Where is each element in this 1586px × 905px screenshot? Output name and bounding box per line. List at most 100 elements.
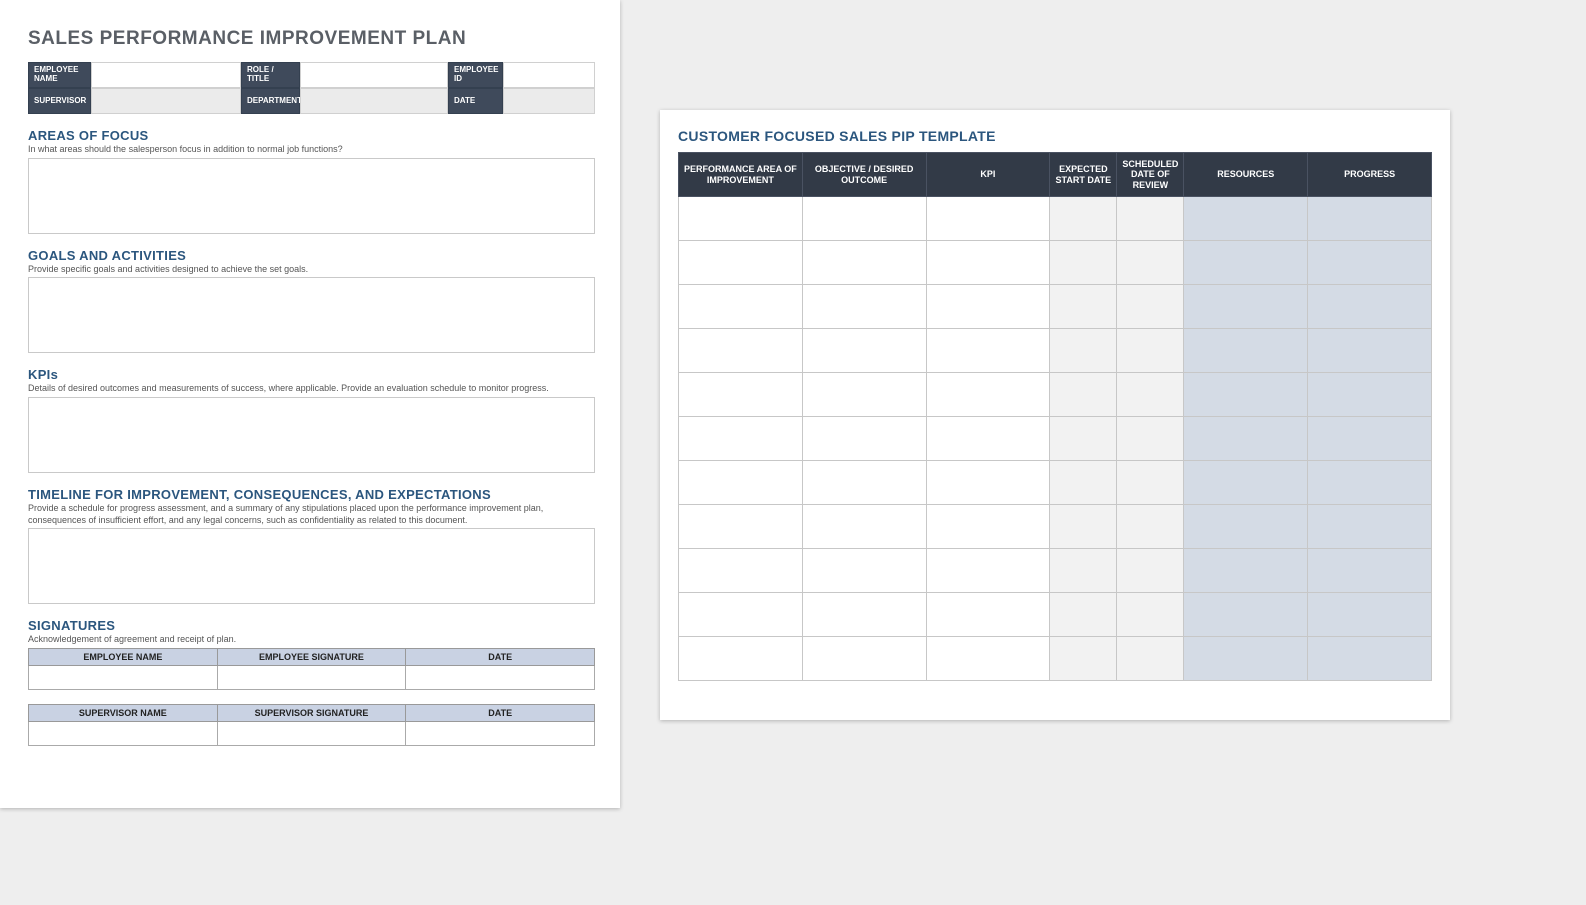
cell-progress[interactable] xyxy=(1308,461,1432,505)
cell-resources[interactable] xyxy=(1184,373,1308,417)
cell-area[interactable] xyxy=(679,241,803,285)
cell-progress[interactable] xyxy=(1308,417,1432,461)
cell-progress[interactable] xyxy=(1308,329,1432,373)
cell-start[interactable] xyxy=(1050,373,1117,417)
cell-kpi[interactable] xyxy=(926,461,1050,505)
cell-area[interactable] xyxy=(679,505,803,549)
emp-sig-cell[interactable] xyxy=(217,666,406,690)
cell-start[interactable] xyxy=(1050,593,1117,637)
cell-review[interactable] xyxy=(1117,461,1184,505)
cell-area[interactable] xyxy=(679,329,803,373)
cell-review[interactable] xyxy=(1117,373,1184,417)
cell-progress[interactable] xyxy=(1308,197,1432,241)
cell-resources[interactable] xyxy=(1184,285,1308,329)
kpis-input[interactable] xyxy=(28,397,595,473)
cell-objective[interactable] xyxy=(802,549,926,593)
cell-resources[interactable] xyxy=(1184,197,1308,241)
cell-area[interactable] xyxy=(679,461,803,505)
cell-area[interactable] xyxy=(679,285,803,329)
cell-progress[interactable] xyxy=(1308,593,1432,637)
employee-signature-table: EMPLOYEE NAME EMPLOYEE SIGNATURE DATE xyxy=(28,648,595,690)
cell-kpi[interactable] xyxy=(926,505,1050,549)
cell-start[interactable] xyxy=(1050,241,1117,285)
sup-name-cell[interactable] xyxy=(29,722,218,746)
cell-kpi[interactable] xyxy=(926,285,1050,329)
cell-review[interactable] xyxy=(1117,637,1184,681)
cell-start[interactable] xyxy=(1050,505,1117,549)
cell-objective[interactable] xyxy=(802,373,926,417)
emp-date-cell[interactable] xyxy=(406,666,595,690)
cell-kpi[interactable] xyxy=(926,593,1050,637)
cell-objective[interactable] xyxy=(802,505,926,549)
cell-start[interactable] xyxy=(1050,549,1117,593)
cell-progress[interactable] xyxy=(1308,549,1432,593)
cell-review[interactable] xyxy=(1117,241,1184,285)
cell-review[interactable] xyxy=(1117,197,1184,241)
cell-resources[interactable] xyxy=(1184,461,1308,505)
cell-review[interactable] xyxy=(1117,285,1184,329)
areas-input[interactable] xyxy=(28,158,595,234)
sup-sig-cell[interactable] xyxy=(217,722,406,746)
cell-review[interactable] xyxy=(1117,417,1184,461)
cell-kpi[interactable] xyxy=(926,241,1050,285)
sup-date-cell[interactable] xyxy=(406,722,595,746)
cell-progress[interactable] xyxy=(1308,637,1432,681)
cell-area[interactable] xyxy=(679,549,803,593)
header-progress: PROGRESS xyxy=(1308,153,1432,197)
cell-objective[interactable] xyxy=(802,285,926,329)
cell-objective[interactable] xyxy=(802,197,926,241)
cell-area[interactable] xyxy=(679,197,803,241)
cell-area[interactable] xyxy=(679,637,803,681)
cell-objective[interactable] xyxy=(802,417,926,461)
cell-kpi[interactable] xyxy=(926,417,1050,461)
field-date[interactable] xyxy=(503,88,595,114)
cell-review[interactable] xyxy=(1117,329,1184,373)
cell-review[interactable] xyxy=(1117,593,1184,637)
cell-progress[interactable] xyxy=(1308,505,1432,549)
cell-resources[interactable] xyxy=(1184,505,1308,549)
cell-kpi[interactable] xyxy=(926,329,1050,373)
cell-area[interactable] xyxy=(679,373,803,417)
cell-start[interactable] xyxy=(1050,329,1117,373)
cell-resources[interactable] xyxy=(1184,417,1308,461)
cell-objective[interactable] xyxy=(802,461,926,505)
cell-review[interactable] xyxy=(1117,505,1184,549)
field-employee-name[interactable] xyxy=(91,62,241,88)
cell-objective[interactable] xyxy=(802,241,926,285)
cell-start[interactable] xyxy=(1050,461,1117,505)
supervisor-signature-table: SUPERVISOR NAME SUPERVISOR SIGNATURE DAT… xyxy=(28,704,595,746)
cell-kpi[interactable] xyxy=(926,373,1050,417)
sup-name-header: SUPERVISOR NAME xyxy=(29,705,218,722)
cell-start[interactable] xyxy=(1050,417,1117,461)
cell-objective[interactable] xyxy=(802,637,926,681)
emp-name-header: EMPLOYEE NAME xyxy=(29,649,218,666)
cell-kpi[interactable] xyxy=(926,197,1050,241)
cell-resources[interactable] xyxy=(1184,241,1308,285)
cell-start[interactable] xyxy=(1050,285,1117,329)
cell-resources[interactable] xyxy=(1184,329,1308,373)
cell-resources[interactable] xyxy=(1184,637,1308,681)
section-kpis: KPIs Details of desired outcomes and mea… xyxy=(28,367,592,473)
goals-input[interactable] xyxy=(28,277,595,353)
cell-resources[interactable] xyxy=(1184,549,1308,593)
field-supervisor[interactable] xyxy=(91,88,241,114)
cell-objective[interactable] xyxy=(802,593,926,637)
field-role[interactable] xyxy=(300,62,448,88)
field-department[interactable] xyxy=(300,88,448,114)
cell-resources[interactable] xyxy=(1184,593,1308,637)
cell-kpi[interactable] xyxy=(926,637,1050,681)
cell-progress[interactable] xyxy=(1308,373,1432,417)
cell-kpi[interactable] xyxy=(926,549,1050,593)
cell-start[interactable] xyxy=(1050,197,1117,241)
cell-area[interactable] xyxy=(679,417,803,461)
cell-area[interactable] xyxy=(679,593,803,637)
field-employee-id[interactable] xyxy=(503,62,595,88)
cell-objective[interactable] xyxy=(802,329,926,373)
cell-progress[interactable] xyxy=(1308,241,1432,285)
cell-review[interactable] xyxy=(1117,549,1184,593)
emp-name-cell[interactable] xyxy=(29,666,218,690)
kpis-title: KPIs xyxy=(28,367,592,382)
cell-start[interactable] xyxy=(1050,637,1117,681)
timeline-input[interactable] xyxy=(28,528,595,604)
cell-progress[interactable] xyxy=(1308,285,1432,329)
